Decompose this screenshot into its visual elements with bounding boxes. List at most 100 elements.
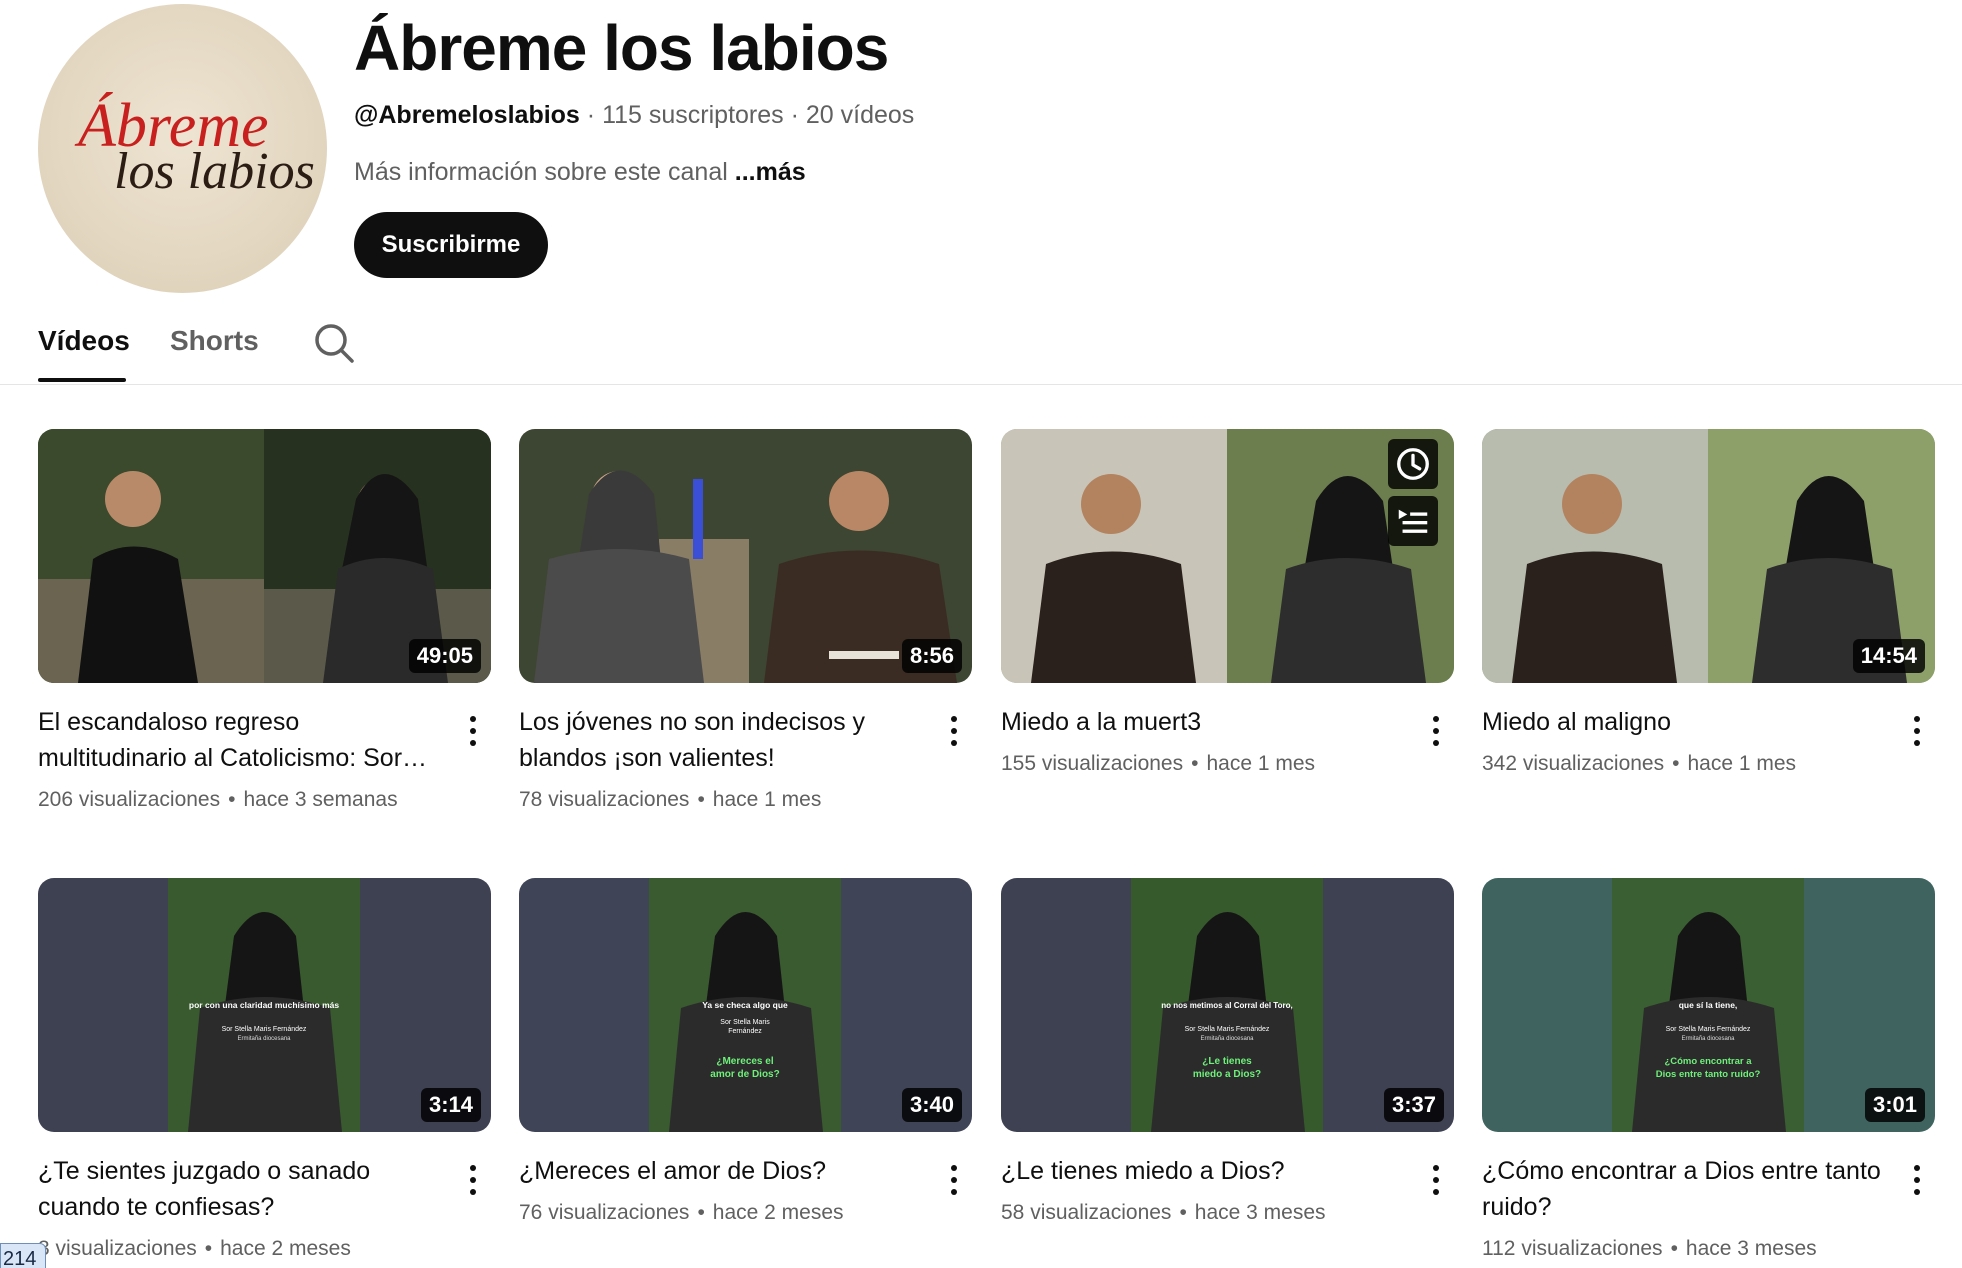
thumbnail-caption: no nos metimos al Corral del Toro, — [1161, 1001, 1292, 1010]
more-options-icon[interactable] — [942, 711, 966, 751]
thumbnail-caption: que sí la tiene, — [1679, 1000, 1738, 1010]
more-options-icon[interactable] — [461, 1160, 485, 1200]
video-duration: 3:01 — [1864, 1088, 1925, 1122]
more-options-icon[interactable] — [1905, 1160, 1929, 1200]
video-card[interactable]: 14:54 Miedo al maligno 342 visualizacion… — [1482, 429, 1935, 775]
tab-videos[interactable]: Vídeos — [38, 322, 130, 360]
video-views: 3 visualizaciones — [38, 1237, 197, 1260]
thumbnail-caption: Sor Stella Maris Fernández — [222, 1026, 307, 1033]
video-meta: 78 visualizaciones • hace 1 mes — [519, 788, 822, 811]
video-title[interactable]: ¿Te sientes juzgado o sanado cuando te c… — [38, 1153, 438, 1225]
video-card[interactable]: que sí la tiene, Sor Stella Maris Fernán… — [1482, 878, 1935, 1260]
thumbnail-caption: por con una claridad muchísimo más — [189, 1000, 339, 1010]
video-views: 206 visualizaciones — [38, 788, 221, 811]
video-meta: 58 visualizaciones • hace 3 meses — [1001, 1201, 1326, 1224]
more-options-icon[interactable] — [942, 1160, 966, 1200]
video-title[interactable]: ¿Cómo encontrar a Dios entre tanto ruido… — [1482, 1153, 1882, 1225]
video-views: 342 visualizaciones — [1482, 752, 1665, 775]
meta-separator: · — [586, 101, 596, 129]
video-thumbnail[interactable] — [1001, 429, 1454, 683]
video-thumbnail[interactable]: 14:54 — [1482, 429, 1935, 683]
thumbnail-caption: Ermitaña diocesana — [237, 1036, 291, 1042]
video-meta: 155 visualizaciones • hace 1 mes — [1001, 752, 1316, 775]
about-more[interactable]: ...más — [735, 158, 806, 186]
video-title[interactable]: Los jóvenes no son indecisos y blandos ¡… — [519, 704, 919, 776]
video-card[interactable]: no nos metimos al Corral del Toro, Sor S… — [1001, 878, 1454, 1224]
video-title[interactable]: ¿Le tienes miedo a Dios? — [1001, 1153, 1401, 1189]
video-meta: 76 visualizaciones • hace 2 meses — [519, 1201, 844, 1224]
thumbnail-caption: ¿Cómo encontrar a — [1664, 1056, 1752, 1067]
video-meta: 342 visualizaciones • hace 1 mes — [1482, 752, 1797, 775]
video-thumbnail[interactable]: no nos metimos al Corral del Toro, Sor S… — [1001, 878, 1454, 1132]
thumbnail-caption: Dios entre tanto ruido? — [1656, 1069, 1761, 1080]
video-card[interactable]: Miedo a la muert3 155 visualizaciones • ha… — [1001, 429, 1454, 775]
channel-logo: Ábreme los labios — [74, 92, 315, 200]
more-options-icon[interactable] — [461, 711, 485, 751]
subscriber-count: 115 suscriptores — [602, 101, 784, 129]
video-thumbnail[interactable]: Ya se checa algo que Sor Stella Maris Fe… — [519, 878, 972, 1132]
thumbnail-caption: ¿Le tienes — [1202, 1056, 1252, 1067]
channel-handle[interactable]: @Abremeloslabios — [354, 101, 580, 129]
thumbnail-caption: amor de Dios? — [710, 1069, 779, 1080]
thumbnail-caption: miedo a Dios? — [1193, 1069, 1261, 1080]
thumbnail-caption: Sor Stella Maris Fernández — [1185, 1026, 1270, 1033]
video-age: hace 1 mes — [1206, 752, 1316, 775]
video-age: hace 3 meses — [1685, 1237, 1817, 1260]
video-age: hace 2 meses — [220, 1237, 351, 1260]
video-duration: 49:05 — [408, 639, 481, 673]
subscribe-button[interactable]: Suscribirme — [354, 212, 548, 278]
video-thumbnail[interactable]: que sí la tiene, Sor Stella Maris Fernán… — [1482, 878, 1935, 1132]
video-views: 76 visualizaciones — [519, 1201, 690, 1224]
avatar-text-2: los labios — [114, 143, 315, 200]
video-views: 112 visualizaciones — [1482, 1237, 1663, 1260]
video-duration: 3:40 — [901, 1088, 962, 1122]
search-icon[interactable] — [312, 321, 356, 365]
video-title[interactable]: El escandaloso regreso multitudinario al… — [38, 704, 438, 776]
channel-avatar[interactable]: Ábreme los labios — [38, 4, 327, 293]
video-duration: 14:54 — [1852, 639, 1925, 673]
channel-name: Ábreme los labios — [354, 12, 889, 84]
video-meta: 3 visualizaciones • hace 2 meses — [38, 1237, 351, 1260]
video-views: 78 visualizaciones — [519, 788, 690, 811]
thumbnail-caption: Sor Stella Maris — [720, 1019, 770, 1026]
thumbnail-image — [1001, 429, 1454, 683]
thumbnail-caption: Ermitaña diocesana — [1681, 1036, 1735, 1042]
more-options-icon[interactable] — [1905, 711, 1929, 751]
more-options-icon[interactable] — [1424, 711, 1448, 751]
about-text: Más información sobre este canal — [354, 158, 728, 186]
video-duration: 3:37 — [1383, 1088, 1444, 1122]
channel-tabs: Vídeos Shorts — [0, 310, 1962, 385]
video-title[interactable]: Miedo a la muert3 — [1001, 704, 1401, 740]
thumbnail-caption: Ya se checa algo que — [702, 1000, 788, 1010]
channel-about-link[interactable]: Más información sobre este canal ...más — [354, 155, 806, 189]
thumbnail-caption: ¿Mereces el — [716, 1056, 773, 1067]
video-title[interactable]: ¿Mereces el amor de Dios? — [519, 1153, 919, 1189]
video-card[interactable]: por con una claridad muchísimo más Sor S… — [38, 878, 491, 1260]
thumbnail-caption: Ermitaña diocesana — [1200, 1036, 1254, 1042]
clock-icon[interactable] — [1388, 439, 1438, 489]
video-card[interactable]: 8:56 Los jóvenes no son indecisos y blan… — [519, 429, 972, 811]
video-age: hace 1 mes — [712, 788, 822, 811]
video-age: hace 2 meses — [712, 1201, 844, 1224]
video-age: hace 3 meses — [1194, 1201, 1326, 1224]
tab-shorts[interactable]: Shorts — [170, 322, 259, 360]
video-age: hace 1 mes — [1687, 752, 1797, 775]
meta-separator: · — [790, 101, 799, 129]
video-card[interactable]: 49:05 El escandaloso regreso multitudina… — [38, 429, 491, 811]
video-meta: 206 visualizaciones • hace 3 semanas — [38, 788, 398, 811]
corner-chip: 214 — [0, 1243, 46, 1268]
queue-icon[interactable] — [1388, 496, 1438, 546]
channel-meta: @Abremeloslabios · 115 suscriptores · 20… — [354, 98, 914, 132]
video-title[interactable]: Miedo al maligno — [1482, 704, 1882, 740]
video-thumbnail[interactable]: por con una claridad muchísimo más Sor S… — [38, 878, 491, 1132]
thumbnail-caption: Sor Stella Maris Fernández — [1666, 1026, 1751, 1033]
video-thumbnail[interactable]: 49:05 — [38, 429, 491, 683]
video-duration: 3:14 — [420, 1088, 481, 1122]
video-views: 58 visualizaciones — [1001, 1201, 1172, 1224]
video-views: 155 visualizaciones — [1001, 752, 1184, 775]
video-thumbnail[interactable]: 8:56 — [519, 429, 972, 683]
video-meta: 112 visualizaciones • hace 3 meses — [1482, 1237, 1817, 1260]
video-duration: 8:56 — [901, 639, 962, 673]
more-options-icon[interactable] — [1424, 1160, 1448, 1200]
video-card[interactable]: Ya se checa algo que Sor Stella Maris Fe… — [519, 878, 972, 1224]
